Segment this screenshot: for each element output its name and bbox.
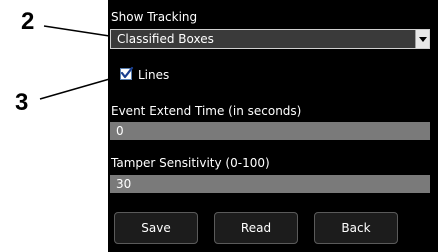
tamper-sensitivity-value: 30 <box>116 177 132 191</box>
callout-number-3: 3 <box>15 89 29 116</box>
back-button[interactable]: Back <box>314 212 398 244</box>
read-button[interactable]: Read <box>214 212 298 244</box>
lines-label: Lines <box>138 68 170 82</box>
dropdown-arrow-button[interactable] <box>415 30 429 48</box>
tamper-sensitivity-input[interactable]: 30 <box>110 175 430 193</box>
show-tracking-label: Show Tracking <box>111 10 198 24</box>
event-extend-time-value: 0 <box>116 124 124 138</box>
checkmark-icon <box>120 66 134 79</box>
tamper-sensitivity-label: Tamper Sensitivity (0-100) <box>111 156 270 170</box>
lines-checkbox[interactable] <box>120 66 134 80</box>
show-tracking-select[interactable]: Classified Boxes <box>110 29 430 49</box>
event-extend-time-input[interactable]: 0 <box>110 122 430 140</box>
settings-panel: Show Tracking Classified Boxes Lines Eve… <box>108 0 438 252</box>
callout-number-2: 2 <box>21 8 35 35</box>
save-button[interactable]: Save <box>114 212 198 244</box>
chevron-down-icon <box>419 37 427 42</box>
callout-2-leader-line <box>43 25 117 38</box>
event-extend-time-label: Event Extend Time (in seconds) <box>111 104 302 118</box>
show-tracking-selected-value: Classified Boxes <box>117 32 214 46</box>
